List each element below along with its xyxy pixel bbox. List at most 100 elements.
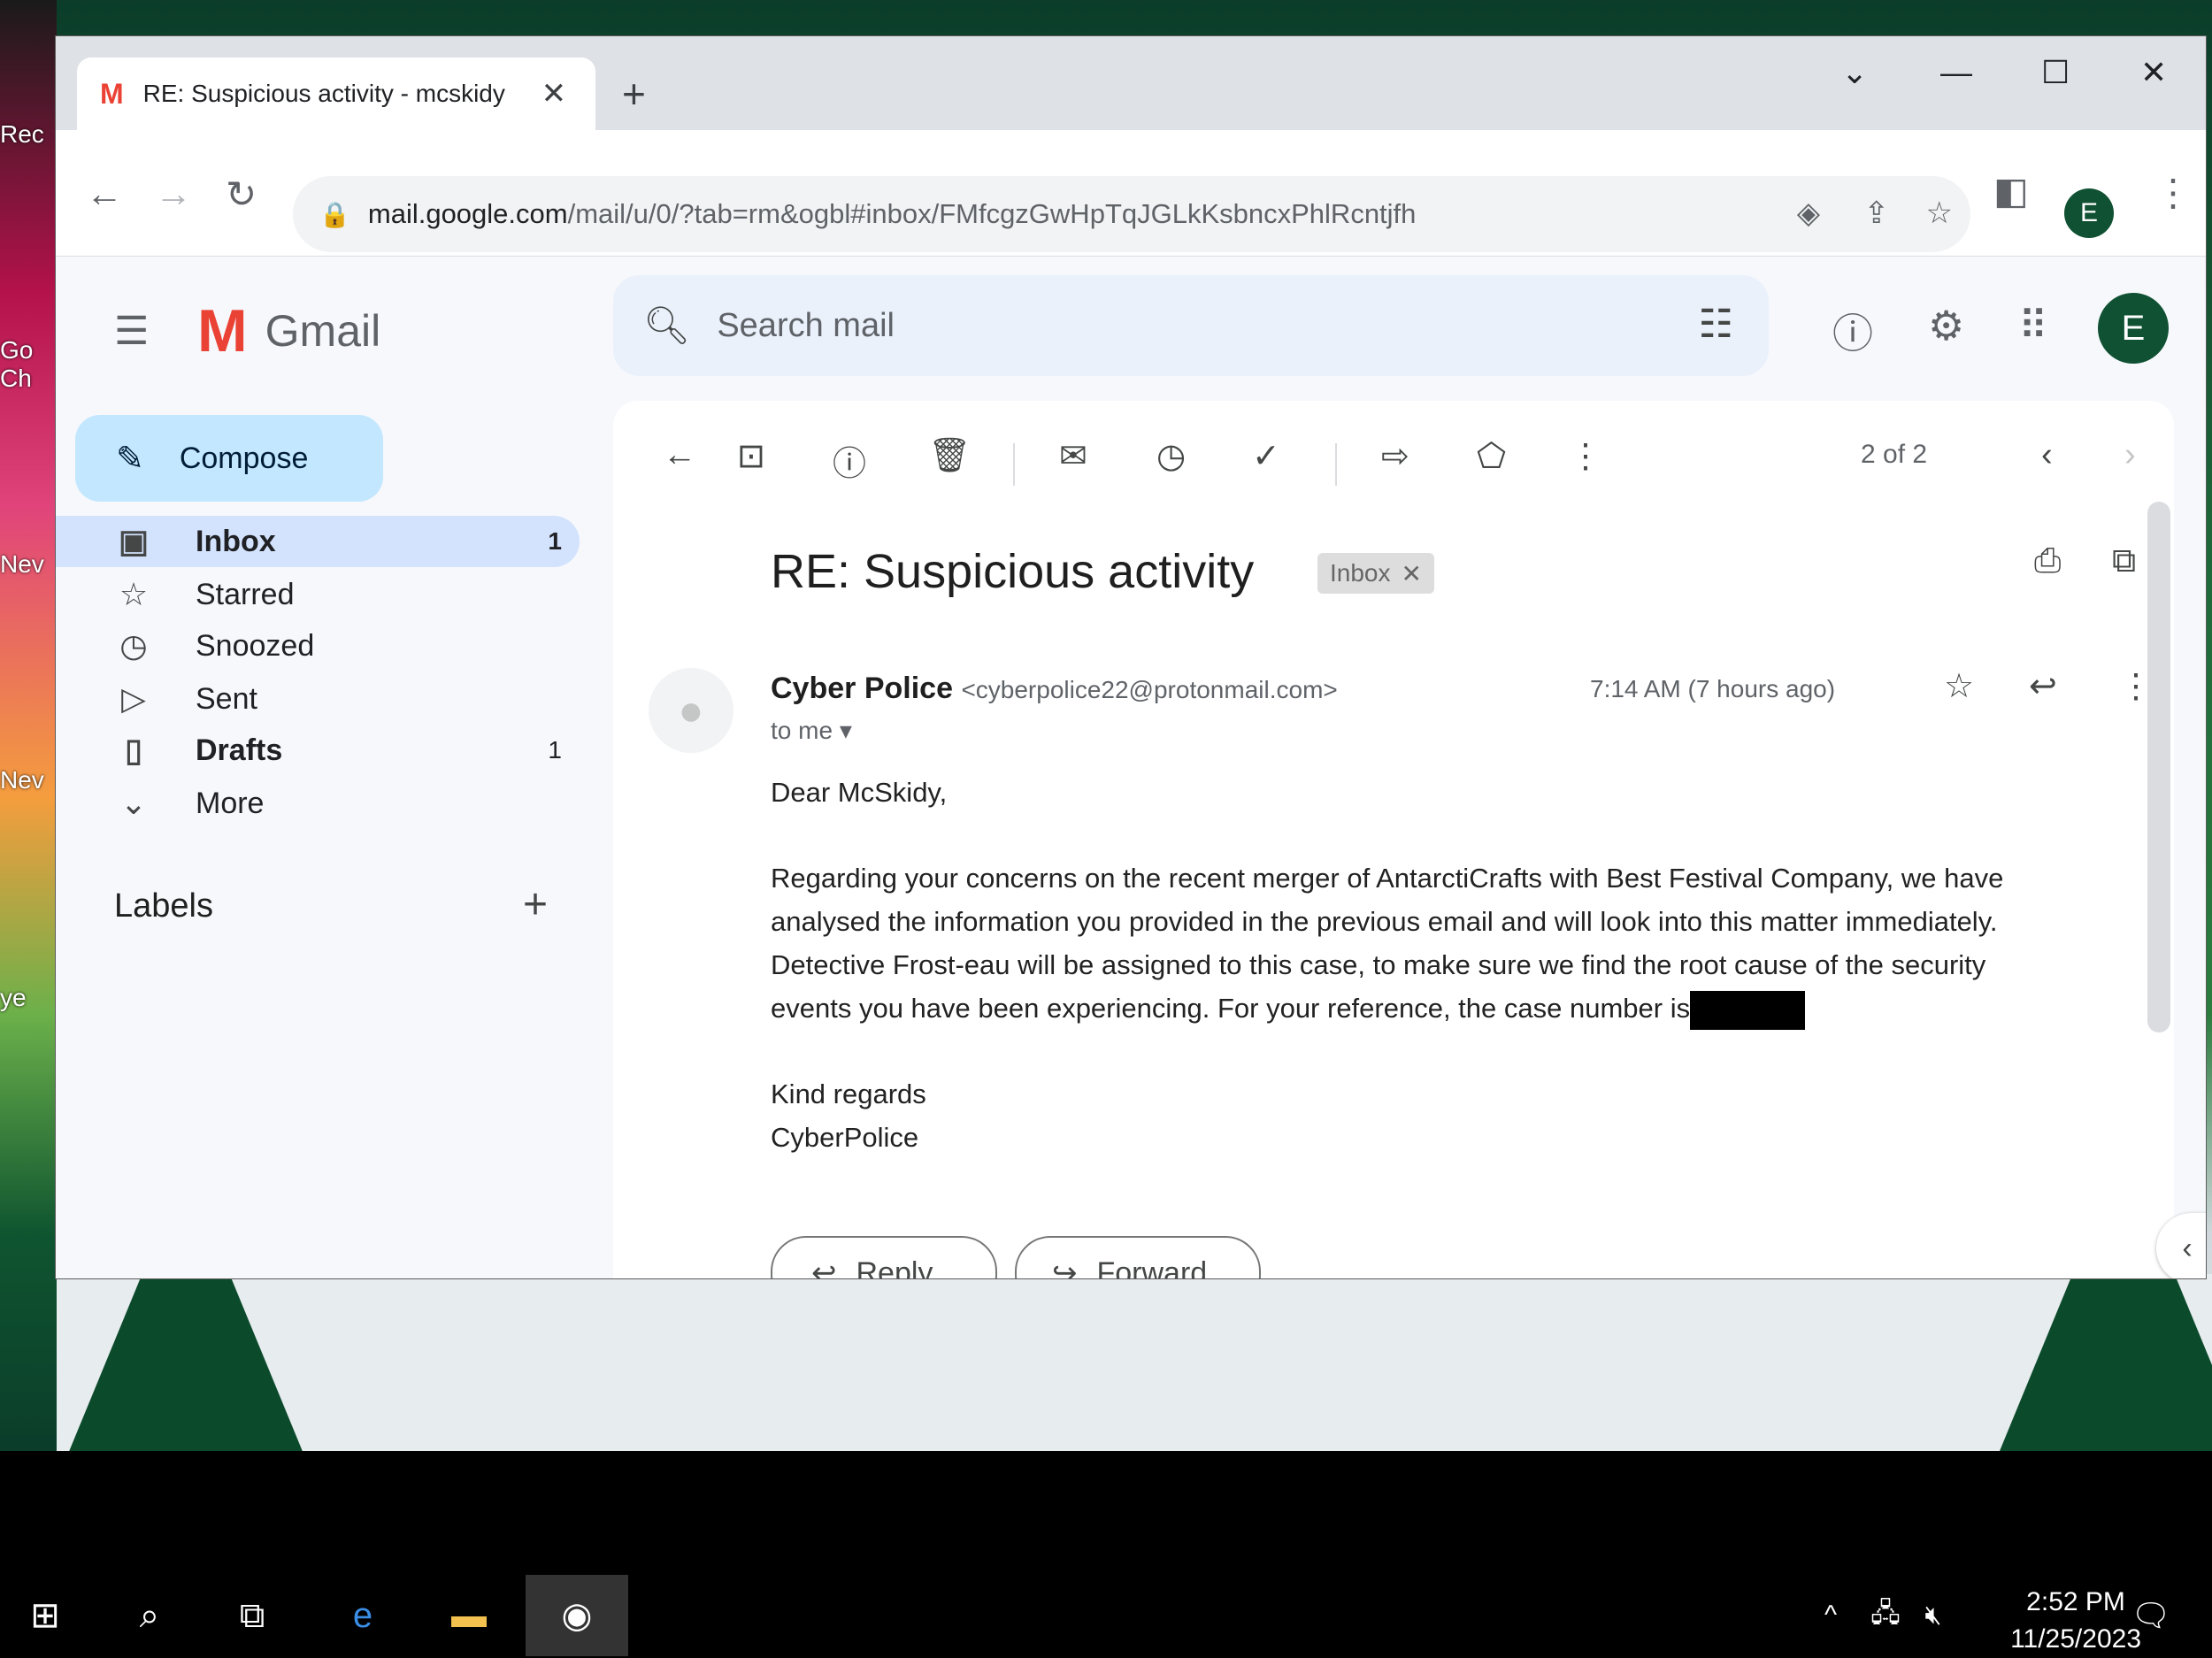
open-new-window-icon[interactable]: ⧉ <box>2112 542 2136 580</box>
snow-ground <box>57 1274 2212 1451</box>
share-icon[interactable]: ⇪ <box>1864 196 1890 231</box>
close-icon[interactable]: ✕ <box>541 76 567 111</box>
forward-arrow-icon[interactable]: → <box>155 173 192 215</box>
windows-taskbar: ⊞ ⌕ ⧉ e ▬ ◉ ^ 🖧 🔇︎ 2:52 PM 11/25/2023 🗨︎ <box>0 1575 2212 1656</box>
desktop-icon-recycle-bin[interactable]: Rec <box>0 120 57 149</box>
forward-arrow-icon: ↪ <box>1052 1256 1078 1278</box>
back-arrow-icon[interactable]: ← <box>86 173 123 215</box>
email-signoff: Kind regards <box>771 1078 926 1109</box>
tray-chevron-up-icon[interactable]: ^ <box>1809 1575 1853 1656</box>
chrome-profile-avatar[interactable]: E <box>2064 188 2114 238</box>
internet-explorer-icon[interactable]: e <box>327 1575 398 1656</box>
windows-start-icon[interactable]: ⊞ <box>14 1575 76 1656</box>
desktop-icon-file[interactable]: ye <box>0 984 57 1012</box>
sidebar-item-label: Snoozed <box>196 628 315 663</box>
move-to-folder-icon[interactable]: ⇨ <box>1381 436 1409 476</box>
forward-button[interactable]: ↪ Forward <box>1015 1236 1261 1278</box>
back-to-inbox-icon[interactable]: ← <box>663 436 696 474</box>
labels-heading: Labels <box>114 887 213 925</box>
snooze-clock-icon[interactable]: ◷ <box>1156 436 1186 476</box>
chrome-taskbar-icon[interactable]: ◉ <box>526 1575 628 1656</box>
delete-trash-icon[interactable]: 🗑︎ <box>928 436 971 475</box>
reply-arrow-icon: ↩ <box>811 1256 837 1278</box>
main-menu-icon[interactable]: ☰ <box>114 309 149 354</box>
more-actions-icon[interactable]: ⋮ <box>1569 436 1602 476</box>
search-icon[interactable]: 🔍︎ <box>643 304 690 348</box>
newer-chevron-left-icon[interactable]: ‹ <box>2041 436 2053 474</box>
extension-icon[interactable]: ◈ <box>1797 196 1820 231</box>
unread-count: 1 <box>548 527 562 555</box>
settings-gear-icon[interactable]: ⚙ <box>1928 302 1964 349</box>
recipient-details[interactable]: to me ▾ <box>771 716 852 745</box>
star-icon[interactable]: ☆ <box>1944 666 1974 706</box>
sidebar-item-inbox[interactable]: ▣ Inbox 1 <box>56 516 580 567</box>
search-input[interactable]: Search mail <box>717 307 895 345</box>
toolbar-divider <box>1335 443 1337 486</box>
older-chevron-right-icon[interactable]: › <box>2124 436 2136 474</box>
close-window-button[interactable]: ✕ <box>2140 54 2167 91</box>
inbox-label-chip[interactable]: Inbox ✕ <box>1317 553 1434 594</box>
sidebar-item-more[interactable]: ⌄ More <box>56 778 580 829</box>
taskbar-search-icon[interactable]: ⌕ <box>119 1575 180 1656</box>
add-to-tasks-icon[interactable]: ✓ <box>1252 436 1280 476</box>
sidebar-item-starred[interactable]: ☆ Starred <box>56 569 580 620</box>
chrome-menu-icon[interactable]: ⋮ <box>2154 171 2192 214</box>
tab-title: RE: Suspicious activity - mcskidy <box>142 80 505 107</box>
chevron-down-icon: ⌄ <box>119 785 148 821</box>
compose-button[interactable]: ✎ Compose <box>75 415 383 502</box>
send-icon: ▷ <box>121 680 146 717</box>
search-options-icon[interactable]: ☷ <box>1699 302 1733 347</box>
desktop-icon-folder[interactable]: Nev <box>0 550 57 579</box>
gmail-sidebar: ✎ Compose ▣ Inbox 1 ☆ Starred ◷ Snoozed … <box>56 406 595 1278</box>
notification-center-icon[interactable]: 🗨︎ <box>2120 1575 2182 1656</box>
sidebar-item-snoozed[interactable]: ◷ Snoozed <box>56 620 580 672</box>
chrome-window: M RE: Suspicious activity - mcskidy ✕ + … <box>55 35 2207 1279</box>
reply-icon[interactable]: ↩ <box>2029 666 2057 706</box>
sidebar-item-drafts[interactable]: ▯ Drafts 1 <box>56 725 580 776</box>
new-tab-button[interactable]: + <box>622 70 646 118</box>
clock-icon: ◷ <box>119 627 148 664</box>
redacted-case-number <box>1690 990 1806 1030</box>
archive-icon[interactable]: ⊡ <box>737 436 765 476</box>
remove-label-icon[interactable]: ✕ <box>1402 559 1422 588</box>
desktop-icon-chrome[interactable]: Go Ch <box>0 336 57 393</box>
maximize-button[interactable]: ☐ <box>2041 54 2070 91</box>
google-account-avatar[interactable]: E <box>2098 293 2169 364</box>
sender-name[interactable]: Cyber Police <box>771 672 953 705</box>
desktop-icon-label: Nev <box>0 766 44 794</box>
address-bar[interactable]: 🔒 mail.google.com/mail/u/0/?tab=rm&ogbl#… <box>293 176 1970 252</box>
star-icon: ☆ <box>119 576 149 612</box>
reply-button[interactable]: ↩ Reply <box>771 1236 997 1278</box>
toolbar-divider <box>1013 443 1015 486</box>
print-icon[interactable]: ⎙ <box>2034 542 2061 580</box>
label-tag-icon[interactable]: ⬠ <box>1477 436 1506 476</box>
email-paragraph-text: Regarding your concerns on the recent me… <box>771 863 2004 1024</box>
search-bar[interactable]: 🔍︎ Search mail ☷ <box>613 275 1769 376</box>
help-icon[interactable]: ⓘ <box>1832 302 1873 360</box>
mark-unread-icon[interactable]: ✉ <box>1059 436 1087 476</box>
desktop-icon-folder[interactable]: Nev <box>0 766 57 794</box>
desktop-icon-strip <box>0 0 57 1451</box>
reply-label: Reply <box>856 1255 933 1279</box>
task-view-icon[interactable]: ⧉ <box>221 1575 283 1656</box>
email-signature: CyberPolice <box>771 1122 919 1153</box>
message-pane: ← ⊡ ⓘ 🗑︎ ✉ ◷ ✓ ⇨ ⬠ ⋮ 2 of 2 ‹ › RE: Susp… <box>613 401 2174 1278</box>
gmail-logo[interactable]: M Gmail <box>197 296 380 365</box>
reload-icon[interactable]: ↻ <box>226 173 257 216</box>
bookmark-star-icon[interactable]: ☆ <box>1926 196 1953 231</box>
apps-grid-icon[interactable]: ⠿ <box>2018 302 2048 349</box>
minimize-button[interactable]: — <box>1940 54 1972 91</box>
tab-search-chevron-icon[interactable]: ⌄ <box>1841 54 1868 91</box>
sidebar-item-label: Drafts <box>196 733 283 767</box>
side-panel-icon[interactable]: ◧ <box>1993 169 2029 212</box>
file-explorer-icon[interactable]: ▬ <box>434 1575 504 1656</box>
network-icon[interactable]: 🖧 <box>1863 1575 1908 1656</box>
sidebar-item-label: Starred <box>196 577 295 611</box>
volume-muted-icon[interactable]: 🔇︎ <box>1911 1575 1955 1656</box>
add-label-icon[interactable]: + <box>523 880 548 929</box>
report-spam-icon[interactable]: ⓘ <box>833 436 866 485</box>
lock-icon[interactable]: 🔒 <box>319 200 350 229</box>
sidebar-item-sent[interactable]: ▷ Sent <box>56 673 580 725</box>
message-scrollbar[interactable] <box>2147 502 2170 1032</box>
tab-gmail[interactable]: M RE: Suspicious activity - mcskidy ✕ <box>77 58 595 130</box>
